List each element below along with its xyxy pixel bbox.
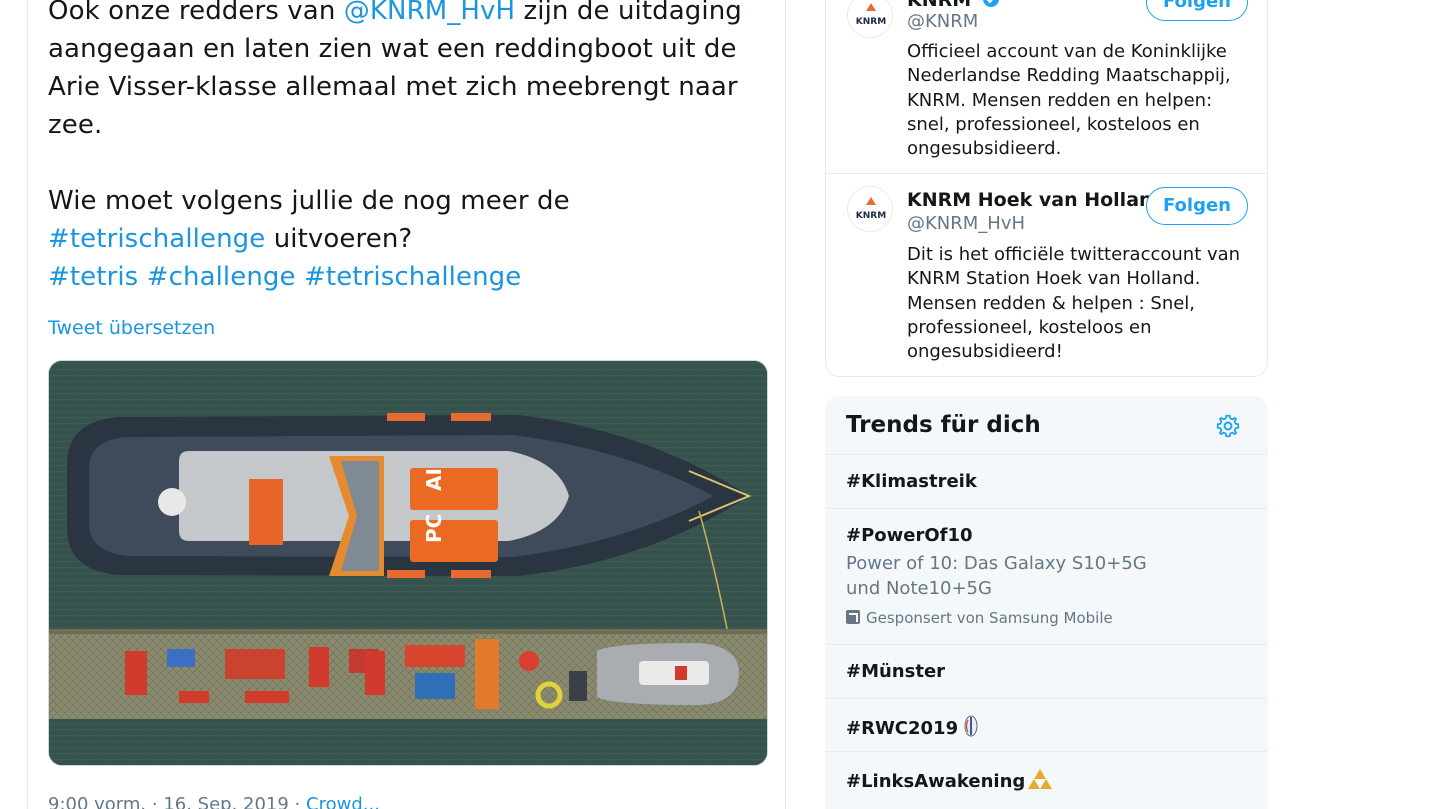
avatar[interactable]: KNRM xyxy=(847,0,893,38)
trends-card: Trends für dich #Klimastreik #PowerOf10 … xyxy=(825,396,1268,809)
follow-button[interactable]: Folgen xyxy=(1146,187,1248,225)
avatar[interactable]: KNRM xyxy=(847,186,893,232)
trend-tag-wrapper[interactable]: #LinksAwakening xyxy=(846,768,1053,792)
user-name-text[interactable]: KNRM xyxy=(907,0,971,11)
user-suggestion[interactable]: KNRM KNRM Hoek van Holland @KNRM_HvH Fol… xyxy=(826,174,1267,376)
promoted-text: Gesponsert von Samsung Mobile xyxy=(866,609,1113,627)
trend-tag[interactable]: #RWC2019 xyxy=(846,718,958,739)
user-handle: @KNRM_HvH xyxy=(907,213,1026,234)
tweet-text-segment: Ook onze redders van xyxy=(48,0,344,26)
gear-icon[interactable] xyxy=(1215,413,1241,439)
knrm-logo: KNRM xyxy=(856,197,886,221)
follow-button[interactable]: Folgen xyxy=(1146,0,1248,21)
user-bio: Dit is het officiële twitteraccount van … xyxy=(907,244,1241,363)
trend-item[interactable]: #RWC2019 xyxy=(826,698,1267,751)
who-to-follow-card: KNRM KNRM @KNRM Folgen Officieel account… xyxy=(825,0,1268,377)
trends-title: Trends für dich xyxy=(846,412,1041,438)
tweet-photo[interactable]: AI PC xyxy=(48,360,768,766)
rugby-ball-icon xyxy=(964,715,978,737)
boat-label-top: AI xyxy=(422,468,446,491)
trend-tag[interactable]: #Klimastreik xyxy=(846,471,977,492)
tweet-timestamp-text: 9:00 vorm. · 16. Sep. 2019 · xyxy=(48,794,307,809)
hashtag-link[interactable]: #tetris xyxy=(48,262,138,292)
promoted-label: Gesponsert von Samsung Mobile xyxy=(846,609,1113,627)
trend-tag[interactable]: #LinksAwakening xyxy=(846,771,1025,792)
avatar-text: KNRM xyxy=(856,17,886,27)
boat-label-bottom: PC xyxy=(422,514,446,543)
lifeboat-photo: AI PC xyxy=(49,361,767,765)
trend-item[interactable]: #Münster xyxy=(826,644,1267,698)
user-name[interactable]: KNRM Hoek van Holland xyxy=(907,189,1166,211)
trend-description: Power of 10: Das Galaxy S10+5G und Note1… xyxy=(846,553,1147,599)
tweet-text-segment: zijn de uitdaging xyxy=(515,0,742,26)
hashtag-link[interactable]: #tetrischallenge xyxy=(304,262,521,292)
user-bio: Officieel account van de Koninklijke Ned… xyxy=(907,41,1231,160)
tweet-detail: Ook onze redders van @KNRM_HvH zijn de u… xyxy=(27,0,786,809)
tweet-text: Ook onze redders van @KNRM_HvH zijn de u… xyxy=(48,0,768,296)
trend-tag[interactable]: #PowerOf10 xyxy=(846,525,973,546)
tweet-text-line: Arie Visser-klasse allemaal met zich mee… xyxy=(48,72,738,102)
user-name[interactable]: KNRM xyxy=(907,0,1000,11)
translate-tweet-link[interactable]: Tweet übersetzen xyxy=(48,317,215,339)
avatar-text: KNRM xyxy=(856,211,886,221)
tweet-text-segment: uitvoeren? xyxy=(265,224,413,254)
hashtag-link[interactable]: #tetrischallenge xyxy=(48,224,265,254)
trend-item-promoted[interactable]: #PowerOf10 Power of 10: Das Galaxy S10+5… xyxy=(826,508,1267,644)
tweet-text-line: zee. xyxy=(48,110,103,140)
user-suggestion[interactable]: KNRM KNRM @KNRM Folgen Officieel account… xyxy=(826,0,1267,173)
triforce-icon xyxy=(1028,769,1053,789)
trend-item[interactable]: #LinksAwakening xyxy=(826,751,1267,809)
mention-link[interactable]: @KNRM_HvH xyxy=(344,0,515,26)
user-handle: @KNRM xyxy=(907,11,979,32)
trend-item[interactable]: #Klimastreik xyxy=(826,454,1267,508)
knrm-logo: KNRM xyxy=(856,3,886,27)
tweet-text-line: aangegaan en laten zien wat een reddingb… xyxy=(48,34,737,64)
tweet-timestamp: 9:00 vorm. · 16. Sep. 2019 · Crowd... xyxy=(48,794,380,809)
trend-tag-wrapper[interactable]: #RWC2019 xyxy=(846,715,981,739)
source-link[interactable]: Crowd... xyxy=(306,794,380,809)
hashtag-link[interactable]: #challenge xyxy=(147,262,296,292)
trend-tag[interactable]: #Münster xyxy=(846,661,945,682)
verified-badge-icon xyxy=(982,0,999,7)
tweet-text-line: Wie moet volgens jullie de nog meer de xyxy=(48,186,570,216)
promoted-icon xyxy=(846,610,860,624)
